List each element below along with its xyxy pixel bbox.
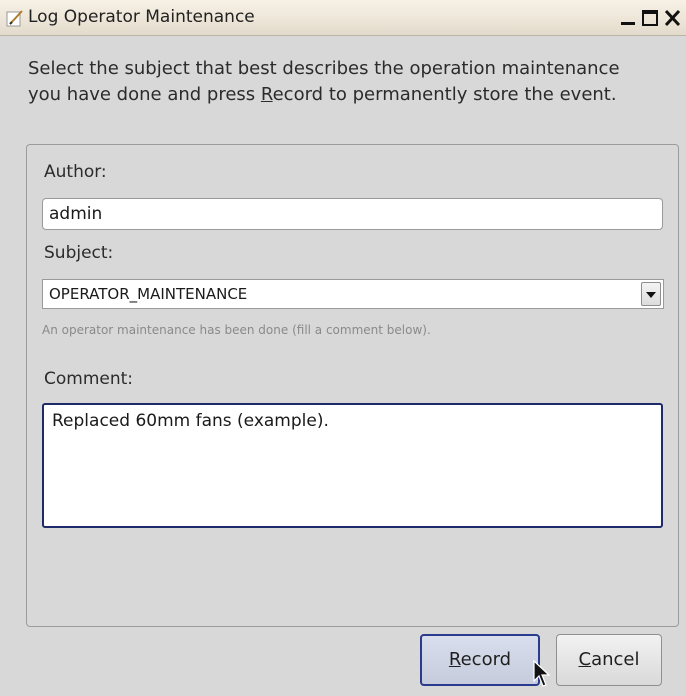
comment-label: Comment: bbox=[44, 369, 134, 389]
cancel-button-label: ancel bbox=[591, 649, 640, 670]
instructions-line-1: Select the subject that best describes t… bbox=[28, 58, 620, 79]
instructions-line-2: you have done and press Record to perman… bbox=[28, 82, 678, 108]
author-label: Author: bbox=[44, 162, 107, 182]
minimize-icon[interactable] bbox=[618, 8, 638, 28]
subject-label: Subject: bbox=[44, 243, 114, 263]
mouse-pointer-icon bbox=[533, 660, 551, 687]
subject-selected-value: OPERATOR_MAINTENANCE bbox=[49, 285, 248, 303]
cancel-mnemonic: C bbox=[578, 649, 592, 670]
instructions-record-mnemonic: R bbox=[260, 84, 273, 105]
cancel-button[interactable]: Cancel bbox=[556, 634, 662, 686]
record-mnemonic: R bbox=[448, 649, 461, 670]
window-title: Log Operator Maintenance bbox=[28, 7, 255, 27]
comment-textarea[interactable]: Replaced 60mm fans (example). bbox=[42, 403, 663, 528]
instructions-text: Select the subject that best describes t… bbox=[28, 56, 678, 108]
author-field[interactable] bbox=[42, 198, 663, 230]
record-button[interactable]: Record bbox=[420, 634, 540, 686]
title-bar[interactable]: Log Operator Maintenance bbox=[0, 0, 686, 36]
instructions-line-2-after: ecord to permanently store the event. bbox=[272, 84, 617, 105]
record-button-label: ecord bbox=[460, 649, 512, 670]
subject-select[interactable]: OPERATOR_MAINTENANCE bbox=[42, 279, 664, 309]
maximize-icon[interactable] bbox=[640, 8, 660, 28]
log-operator-maintenance-dialog: Log Operator Maintenance Select the subj… bbox=[0, 0, 686, 696]
subject-description: An operator maintenance has been done (f… bbox=[42, 323, 431, 337]
instructions-line-2-before: you have done and press bbox=[28, 84, 261, 105]
subject-dropdown-button[interactable] bbox=[641, 282, 661, 306]
close-icon[interactable] bbox=[662, 8, 682, 28]
edit-pen-icon bbox=[6, 10, 23, 27]
chevron-down-icon bbox=[646, 292, 656, 298]
